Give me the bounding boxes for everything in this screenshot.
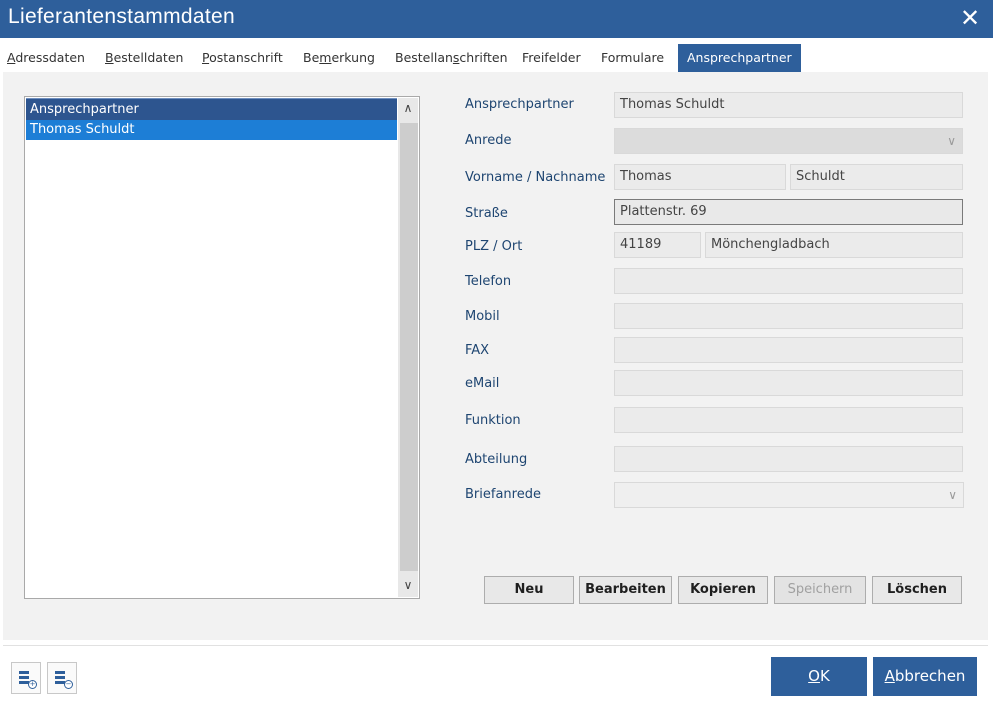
nachname-field[interactable]: Schuldt (790, 164, 963, 190)
scrollbar-thumb[interactable] (400, 123, 418, 571)
vorname-field[interactable]: Thomas (614, 164, 786, 190)
tab-bestelldaten[interactable]: Bestelldaten (101, 44, 187, 72)
label-abteilung: Abteilung (465, 452, 528, 467)
label-mobil: Mobil (465, 309, 500, 324)
neu-button[interactable]: Neu (484, 576, 574, 604)
contact-list[interactable]: Ansprechpartner Thomas Schuldt ∧ ∨ (24, 96, 420, 599)
list-remove-icon[interactable]: − (47, 662, 77, 694)
window-title: Lieferantenstammdaten (8, 5, 235, 28)
fax-field[interactable] (614, 337, 963, 363)
label-funktion: Funktion (465, 413, 521, 428)
tab-ansprechpartner[interactable]: Ansprechpartner (678, 44, 801, 72)
label-vorname-nachname: Vorname / Nachname (465, 170, 606, 185)
tab-bemerkung[interactable]: Bemerkung (299, 44, 379, 72)
label-strasse: Straße (465, 206, 508, 221)
mobil-field[interactable] (614, 303, 963, 329)
funktion-field[interactable] (614, 407, 963, 433)
tab-bestellanschriften[interactable]: Bestellanschriften (391, 44, 512, 72)
list-header: Ansprechpartner (26, 98, 397, 120)
tab-freifelder[interactable]: Freifelder (518, 44, 585, 72)
kopieren-button[interactable]: Kopieren (678, 576, 768, 604)
email-field[interactable] (614, 370, 963, 396)
chevron-down-icon[interactable]: ∨ (398, 575, 418, 595)
scrollbar[interactable]: ∧ ∨ (398, 98, 418, 597)
label-fax: FAX (465, 343, 490, 358)
plz-field[interactable]: 41189 (614, 232, 701, 258)
loeschen-button[interactable]: Löschen (872, 576, 962, 604)
briefanrede-select[interactable] (614, 482, 964, 508)
bearbeiten-button[interactable]: Bearbeiten (579, 576, 672, 604)
ansprechpartner-field[interactable]: Thomas Schuldt (614, 92, 963, 118)
label-ansprechpartner: Ansprechpartner (465, 97, 574, 112)
speichern-button[interactable]: Speichern (774, 576, 866, 604)
list-item[interactable]: Thomas Schuldt (26, 120, 397, 140)
abteilung-field[interactable] (614, 446, 963, 472)
tab-bar: Adressdaten Bestelldaten Postanschrift B… (0, 38, 993, 72)
label-email: eMail (465, 376, 500, 391)
footer-separator (3, 645, 988, 646)
ort-field[interactable]: Mönchengladbach (705, 232, 963, 258)
label-telefon: Telefon (465, 274, 512, 289)
chevron-up-icon[interactable]: ∧ (398, 98, 418, 118)
telefon-field[interactable] (614, 268, 963, 294)
anrede-select[interactable] (614, 128, 963, 154)
tab-postanschrift[interactable]: Postanschrift (198, 44, 287, 72)
close-icon[interactable]: ✕ (957, 5, 983, 31)
label-briefanrede: Briefanrede (465, 487, 541, 502)
title-bar: Lieferantenstammdaten ✕ (0, 0, 993, 38)
abbrechen-button[interactable]: Abbrechen (873, 657, 977, 696)
tab-adressdaten[interactable]: Adressdaten (3, 44, 89, 72)
ok-button[interactable]: OK (771, 657, 867, 696)
strasse-field[interactable]: Plattenstr. 69 (614, 199, 963, 225)
list-add-icon[interactable]: + (11, 662, 41, 694)
label-plz-ort: PLZ / Ort (465, 239, 523, 254)
label-anrede: Anrede (465, 133, 512, 148)
tab-formulare[interactable]: Formulare (597, 44, 668, 72)
